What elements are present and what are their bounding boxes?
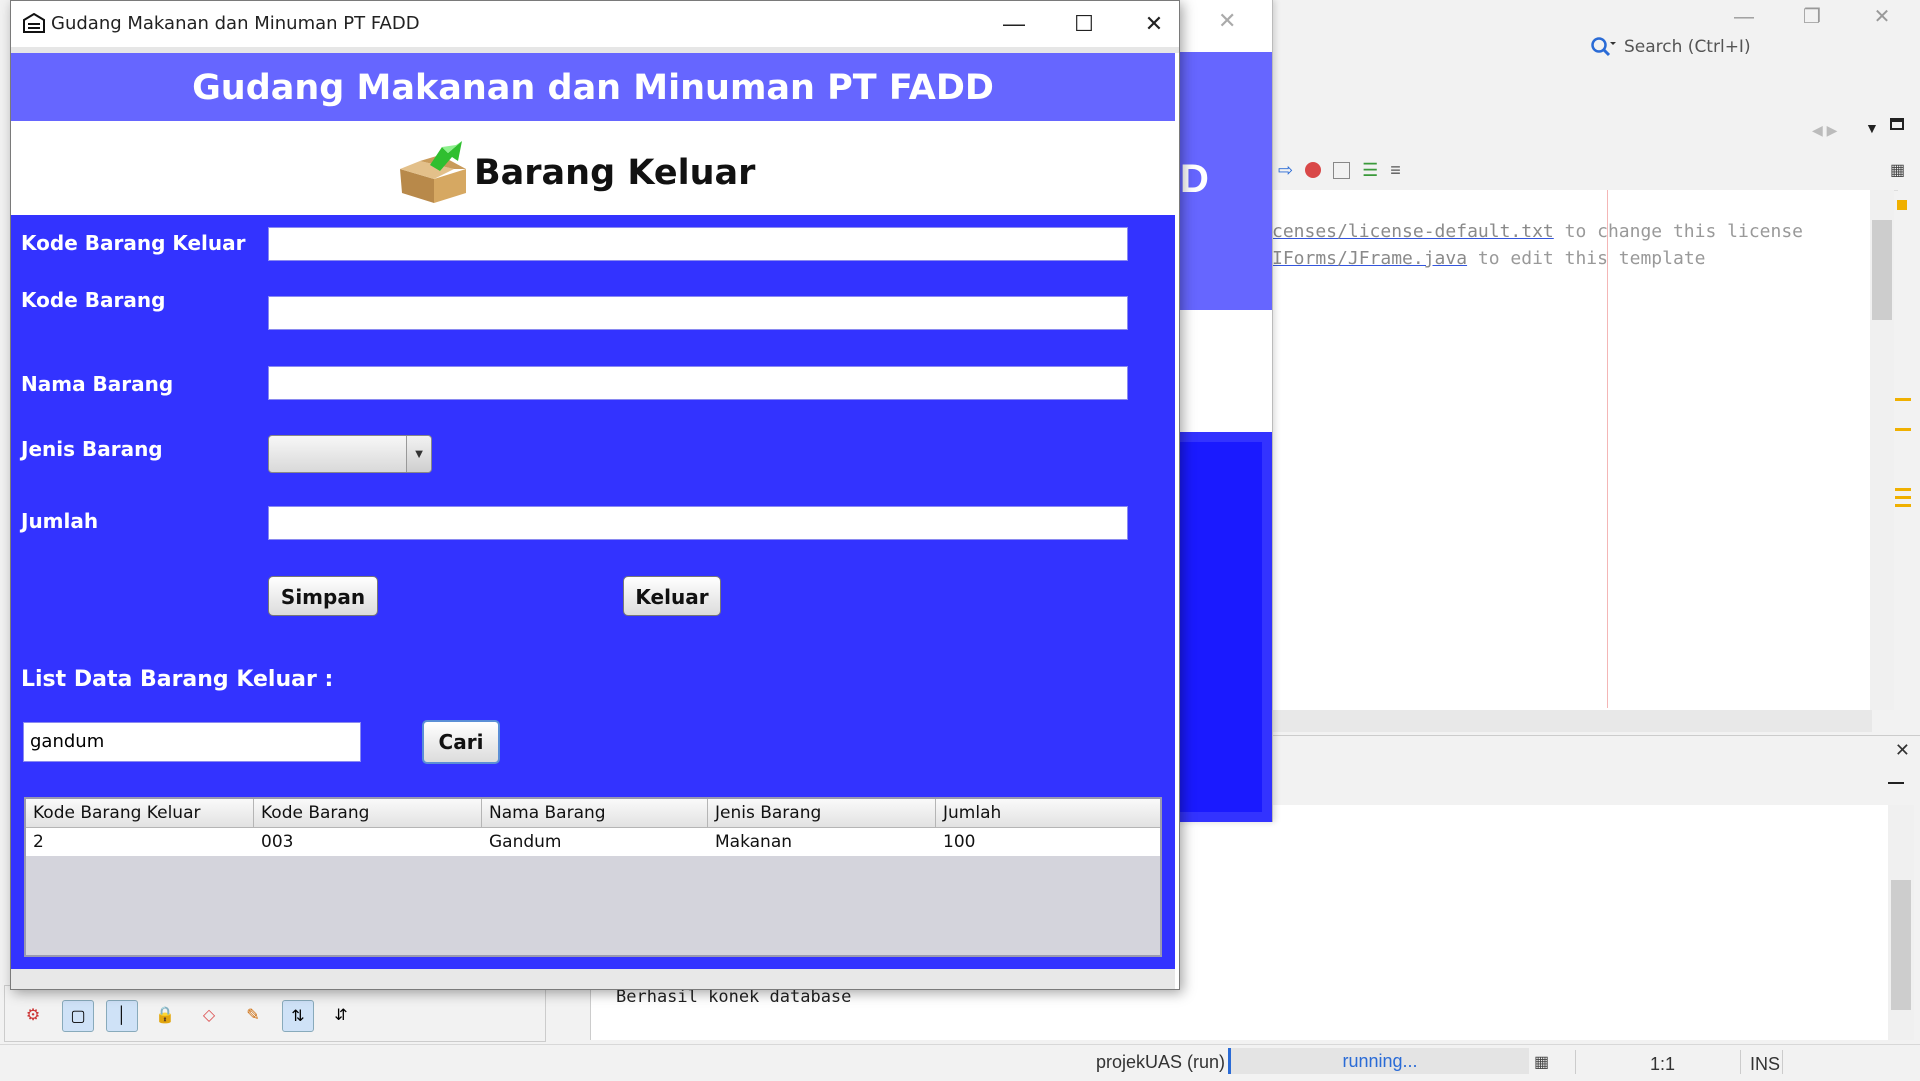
- minimize-button[interactable]: —: [979, 1, 1049, 47]
- palette-beans-icon[interactable]: ⚙: [18, 1000, 48, 1030]
- table-cell: 003: [261, 832, 294, 852]
- output-header: ✕: [1272, 735, 1920, 766]
- error-stripe-marker[interactable]: [1895, 488, 1911, 491]
- column-header[interactable]: Kode Barang: [254, 799, 482, 827]
- palette-sort-az-icon[interactable]: ⇅: [282, 1000, 314, 1032]
- record-icon[interactable]: [1305, 162, 1322, 178]
- list-title: List Data Barang Keluar :: [21, 667, 334, 692]
- label-kode-barang-keluar: Kode Barang Keluar: [21, 231, 246, 255]
- kode-barang-field[interactable]: [268, 296, 1128, 330]
- page-title: Barang Keluar: [474, 153, 756, 193]
- status-separator: [1575, 1050, 1576, 1074]
- background-header-fragment: D: [1180, 157, 1209, 201]
- palette-lock-icon[interactable]: 🔒: [150, 1000, 180, 1030]
- table-cell: 100: [943, 832, 976, 852]
- status-separator: [1740, 1050, 1741, 1074]
- output-text: Berhasil konek database: [616, 987, 852, 1007]
- title-bar[interactable]: Gudang Makanan dan Minuman PT FADD — ☐ ✕: [11, 1, 1179, 47]
- keluar-button[interactable]: Keluar: [623, 576, 721, 616]
- warning-marker[interactable]: [1897, 200, 1907, 210]
- palette-panel-icon[interactable]: ▢: [62, 1000, 94, 1032]
- close-button[interactable]: ✕: [1119, 1, 1189, 47]
- editor-horizontal-scrollbar[interactable]: [1272, 710, 1872, 732]
- cancel-task-icon[interactable]: ▦: [1534, 1052, 1549, 1072]
- table-cell: Makanan: [715, 832, 793, 852]
- cari-button[interactable]: Cari: [422, 720, 500, 764]
- error-stripe-marker[interactable]: [1895, 496, 1911, 499]
- app-window: Gudang Makanan dan Minuman PT FADD — ☐ ✕…: [10, 0, 1180, 990]
- kode-barang-keluar-field[interactable]: [268, 227, 1128, 261]
- ide-restore-button[interactable]: ❐: [1792, 2, 1832, 32]
- label-kode-barang: Kode Barang: [21, 288, 166, 312]
- header-title: Gudang Makanan dan Minuman PT FADD: [192, 68, 994, 108]
- stop-icon[interactable]: [1333, 161, 1351, 179]
- table-cell: Gandum: [489, 832, 562, 852]
- maximize-button[interactable]: ☐: [1049, 1, 1119, 47]
- error-stripe-marker[interactable]: [1895, 504, 1911, 507]
- ide-search[interactable]: Search (Ctrl+I): [1590, 36, 1751, 58]
- dropdown-icon[interactable]: ▼: [1865, 120, 1879, 136]
- palette-shapes-icon[interactable]: ◇: [194, 1000, 224, 1030]
- chevron-down-icon[interactable]: ▼: [406, 436, 431, 472]
- ide-minimize-button[interactable]: —: [1724, 2, 1764, 32]
- label-nama-barang: Nama Barang: [21, 372, 174, 396]
- table-cell: 2: [33, 832, 44, 852]
- data-table[interactable]: Kode Barang Keluar Kode Barang Nama Bara…: [24, 797, 1162, 957]
- close-icon[interactable]: ✕: [1218, 8, 1236, 34]
- column-header[interactable]: Nama Barang: [482, 799, 708, 827]
- editor-line-1: censes/license-default.txt to change thi…: [1272, 221, 1804, 242]
- editor-vertical-scrollbar[interactable]: [1870, 190, 1894, 710]
- close-icon[interactable]: ✕: [1895, 740, 1910, 761]
- column-header[interactable]: Jenis Barang: [708, 799, 936, 827]
- uncomment-icon[interactable]: ≡: [1390, 160, 1401, 181]
- jenis-barang-select[interactable]: ▼: [268, 435, 432, 473]
- header-band: Gudang Makanan dan Minuman PT FADD: [11, 53, 1175, 121]
- ide-close-button[interactable]: ✕: [1862, 2, 1902, 32]
- jumlah-field[interactable]: [268, 506, 1128, 540]
- palette-form-icon[interactable]: ✎: [238, 1000, 268, 1030]
- label-jenis-barang: Jenis Barang: [21, 437, 163, 461]
- error-stripe-marker[interactable]: [1895, 398, 1911, 401]
- maximize-pane-icon[interactable]: [1890, 118, 1904, 130]
- step-icon[interactable]: ⇨: [1278, 160, 1293, 181]
- label-jumlah: Jumlah: [21, 509, 99, 533]
- column-header[interactable]: Jumlah: [936, 799, 1160, 827]
- palette-sort-icon[interactable]: ⇵: [326, 1000, 356, 1030]
- insert-mode: INS: [1750, 1054, 1781, 1074]
- comment-icon[interactable]: ☰: [1362, 160, 1378, 181]
- warehouse-icon: [23, 13, 45, 33]
- search-label: Search (Ctrl+I): [1624, 37, 1751, 57]
- grid-icon[interactable]: ▦: [1890, 160, 1905, 180]
- search-input[interactable]: gandum: [23, 722, 361, 762]
- status-bar: [0, 1044, 1920, 1081]
- search-icon: [1591, 37, 1616, 57]
- simpan-button[interactable]: Simpan: [268, 576, 378, 616]
- table-header: Kode Barang Keluar Kode Barang Nama Bara…: [26, 799, 1160, 828]
- box-outgoing-icon: [400, 141, 466, 203]
- window-title: Gudang Makanan dan Minuman PT FADD: [51, 13, 420, 34]
- editor-toolbar: ⇨ ☰ ≡: [1272, 150, 1898, 191]
- run-progress[interactable]: running...: [1228, 1048, 1529, 1074]
- form-panel: Kode Barang Keluar Kode Barang Nama Bara…: [11, 215, 1175, 969]
- caret-position: 1:1: [1650, 1054, 1676, 1074]
- nama-barang-field[interactable]: [268, 366, 1128, 400]
- minimize-pane-icon[interactable]: [1888, 782, 1904, 784]
- run-label: projekUAS (run): [1096, 1052, 1226, 1072]
- error-stripe-marker[interactable]: [1895, 428, 1911, 431]
- palette-separator-icon[interactable]: │: [106, 1000, 138, 1032]
- column-header[interactable]: Kode Barang Keluar: [26, 799, 254, 827]
- output-vertical-scrollbar[interactable]: [1888, 805, 1914, 1040]
- nav-arrows-icon[interactable]: ◀ ▶: [1812, 122, 1837, 139]
- sub-header: Barang Keluar: [11, 129, 1175, 215]
- status-separator: [1782, 1050, 1783, 1074]
- editor-line-2: IForms/JFrame.java to edit this template: [1272, 248, 1706, 269]
- table-row[interactable]: 2 003 Gandum Makanan 100: [26, 828, 1160, 856]
- frame-bottom: [11, 969, 1175, 989]
